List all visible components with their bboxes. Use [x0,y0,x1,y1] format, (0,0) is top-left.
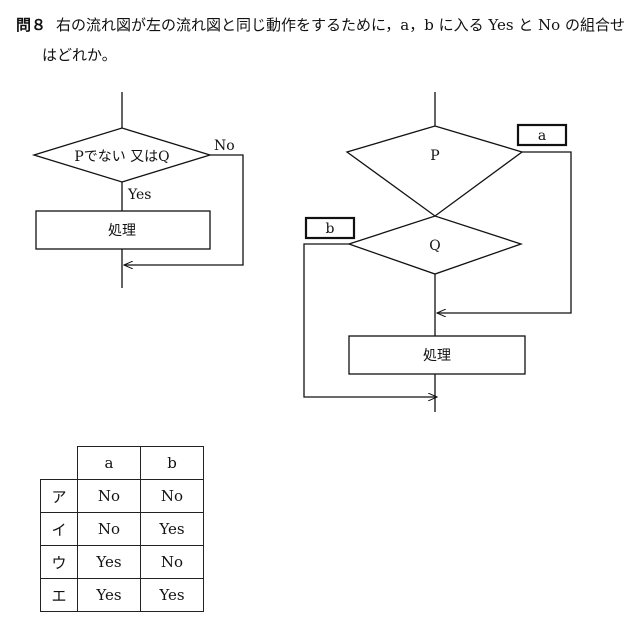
choice-label: ア [40,479,78,513]
table-row: イ No Yes [40,512,204,546]
table-row: ア No No [40,479,204,513]
blank-a-label: a [538,128,546,144]
cell-b: Yes [140,512,204,546]
left-no-label: No [214,138,235,154]
answer-table-header: a b [40,446,204,480]
left-process-label: 処理 [108,223,136,239]
left-yes-label: Yes [127,187,152,203]
cell-a: No [77,512,141,546]
header-a: a [77,446,141,480]
cell-b: Yes [140,578,204,612]
left-condition-label: Pでない 又はQ [74,149,169,165]
answer-table: a b ア No No イ No Yes ウ Yes No エ Yes Yes [40,446,204,612]
cell-b: No [140,545,204,579]
header-b: b [140,446,204,480]
choice-label: イ [40,512,78,546]
q-condition-label: Q [429,238,440,254]
table-corner [40,446,78,480]
blank-b-label: b [326,221,335,237]
p-condition-label: P [430,148,439,164]
table-row: エ Yes Yes [40,578,204,612]
p-decision-diamond [345,125,524,217]
choice-label: エ [40,578,78,612]
choice-label: ウ [40,545,78,579]
cell-a: No [77,479,141,513]
flowcharts: Pでない 又はQ No Yes 処理 a b P Q 処理 [31,92,572,412]
table-row: ウ Yes No [40,545,204,579]
cell-b: No [140,479,204,513]
cell-a: Yes [77,545,141,579]
right-process-label: 処理 [423,348,451,364]
cell-a: Yes [77,578,141,612]
